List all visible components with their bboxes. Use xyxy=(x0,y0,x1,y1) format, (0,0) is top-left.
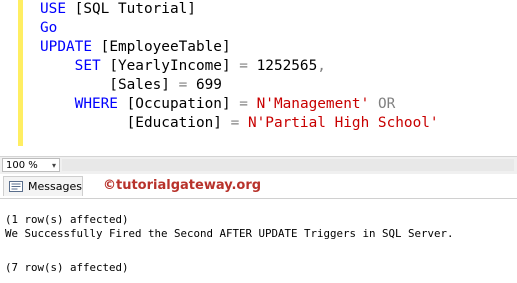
messages-icon xyxy=(9,181,23,192)
watermark: ©tutorialgateway.org xyxy=(103,178,262,193)
horizontal-scrollbar[interactable] xyxy=(62,159,514,171)
code-token: = xyxy=(230,115,240,131)
code-token: = xyxy=(178,77,188,93)
code-line: SET [YearlyIncome] = 1252565, xyxy=(40,57,326,76)
code-line: USE [SQL Tutorial] xyxy=(40,0,196,19)
tab-messages[interactable]: Messages xyxy=(3,176,83,196)
code-token: = xyxy=(239,96,248,112)
code-token: [Education] xyxy=(40,115,231,131)
code-token: 1252565 xyxy=(247,58,318,74)
zoom-dropdown[interactable]: 100 % ▾ xyxy=(2,158,60,172)
messages-pane: (1 row(s) affected) We Successfully Fired… xyxy=(0,199,517,283)
code-token: 699 xyxy=(187,77,222,93)
code-line: UPDATE [EmployeeTable] xyxy=(40,38,231,57)
message-line: (7 row(s) affected) xyxy=(5,261,129,274)
code-token: = xyxy=(239,58,248,74)
code-token: [Sales] xyxy=(40,77,179,93)
chevron-down-icon[interactable]: ▾ xyxy=(52,159,56,172)
code-token: OR xyxy=(377,96,396,112)
code-line: WHERE [Occupation] = N'Management' OR xyxy=(40,95,396,114)
code-token: [SQL Tutorial] xyxy=(74,1,196,17)
code-token: , xyxy=(317,58,326,74)
code-token: Go xyxy=(40,20,58,36)
query-editor[interactable]: USE [SQL Tutorial] Go UPDATE [EmployeeTabl… xyxy=(0,0,517,156)
code-token: [YearlyIncome] xyxy=(109,58,240,74)
code-token: N'Partial High School' xyxy=(247,115,439,131)
code-token: N'Management' xyxy=(256,96,370,112)
change-tracking-margin xyxy=(18,0,23,146)
code-token: UPDATE xyxy=(40,39,101,55)
code-token: USE xyxy=(40,1,75,17)
code-token: WHERE xyxy=(40,96,127,112)
code-line: [Sales] = 699 xyxy=(40,76,222,95)
code-line: [Education] = N'Partial High School' xyxy=(40,114,439,133)
tab-messages-label: Messages xyxy=(28,180,82,193)
code-line: Go xyxy=(40,19,57,38)
message-line: We Successfully Fired the Second AFTER U… xyxy=(5,227,454,240)
code-token: [EmployeeTable] xyxy=(100,39,231,55)
editor-status-bar: 100 % ▾ xyxy=(0,156,517,175)
message-line: (1 row(s) affected) xyxy=(5,213,129,226)
code-token: SET xyxy=(40,58,110,74)
zoom-level: 100 % xyxy=(6,160,38,171)
code-token: [Occupation] xyxy=(126,96,240,112)
